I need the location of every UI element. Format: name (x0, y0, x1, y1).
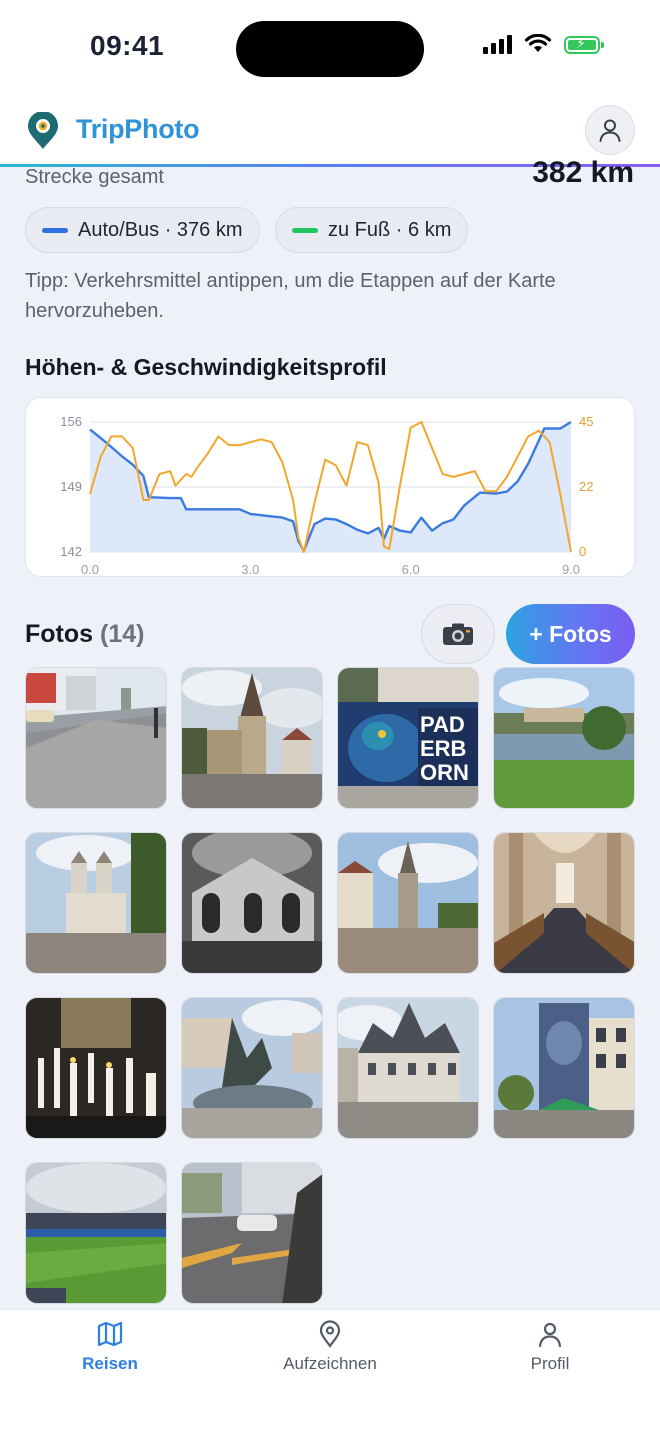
tab-reisen[interactable]: Reisen (0, 1320, 220, 1374)
tab-label: Profil (530, 1354, 570, 1373)
y-left-tick-label: 149 (60, 479, 82, 494)
photo-thumbnail[interactable] (337, 832, 479, 974)
photo-fountain (182, 998, 322, 1138)
x-tick-label: 3.0 (241, 562, 259, 577)
svg-text:ERB: ERB (420, 736, 466, 761)
status-time: 09:41 (90, 30, 165, 61)
profile-chart-card: 156 149 142 45 22 0 0.0 3.0 6.0 9.0 (25, 397, 635, 577)
tab-profil[interactable]: Profil (440, 1320, 660, 1374)
map-icon (97, 1321, 123, 1347)
mode-chip-label: Auto/Bus · 376 km (78, 218, 243, 241)
user-icon (599, 119, 621, 142)
account-button[interactable] (585, 105, 635, 155)
status-bar: 09:41 ⚡ (0, 0, 660, 100)
photo-pond-park (494, 668, 634, 808)
photo-stadium (26, 1163, 166, 1303)
dynamic-island (236, 21, 424, 77)
photo-thumbnail[interactable] (493, 997, 635, 1139)
mode-chip-walk[interactable]: zu Fuß · 6 km (275, 207, 469, 253)
tab-aufzeichnen[interactable]: Aufzeichnen (220, 1320, 440, 1374)
status-icons: ⚡ (483, 34, 604, 54)
distance-value: 382 km (532, 156, 634, 189)
profile-chart: 156 149 142 45 22 0 0.0 3.0 6.0 9.0 (60, 414, 593, 577)
photo-town-square (338, 833, 478, 973)
app-name: TripPhoto (76, 114, 200, 144)
mode-chip-label: zu Fuß · 6 km (328, 218, 452, 241)
photo-building-mural (494, 998, 634, 1138)
y-right-tick-label: 22 (579, 479, 593, 494)
photo-thumbnail[interactable] (493, 667, 635, 809)
photo-street-taxi (26, 668, 166, 808)
y-right-tick-label: 0 (579, 544, 586, 559)
photo-mural-bird: PAD ERB ORN (338, 668, 478, 808)
app-header: TripPhoto (0, 100, 660, 164)
photo-thumbnail[interactable] (181, 997, 323, 1139)
photo-thumbnail[interactable] (25, 832, 167, 974)
photo-church-tower (182, 668, 322, 808)
x-tick-label: 0.0 (81, 562, 99, 577)
photo-thumbnail[interactable] (181, 832, 323, 974)
photo-bw-chapel (182, 833, 322, 973)
photo-town-hall (338, 998, 478, 1138)
app-logo-pin-icon (28, 112, 58, 149)
photos-title: Fotos (14) (25, 620, 144, 649)
car-bus-line-swatch (42, 227, 68, 233)
walk-line-swatch (292, 227, 318, 233)
photo-thumbnail[interactable] (25, 997, 167, 1139)
location-pin-icon (319, 1320, 341, 1348)
user-icon (538, 1322, 562, 1348)
x-tick-label: 6.0 (402, 562, 420, 577)
y-right-tick-label: 45 (579, 414, 593, 429)
wifi-icon (524, 34, 552, 52)
photo-thumbnail[interactable] (337, 997, 479, 1139)
photo-thumbnail[interactable] (493, 832, 635, 974)
photo-abbey-church (26, 833, 166, 973)
photo-thumbnail[interactable] (25, 1162, 167, 1304)
add-photos-button[interactable]: + Fotos (506, 604, 635, 664)
profile-title: Höhen- & Geschwindigkeitsprofil (25, 354, 387, 380)
photo-thumbnail[interactable] (181, 1162, 323, 1304)
photo-thumbnail[interactable] (25, 667, 167, 809)
camera-icon (443, 623, 473, 645)
tab-label: Reisen (82, 1354, 138, 1373)
x-tick-label: 9.0 (562, 562, 580, 577)
cellular-signal-icon (483, 34, 512, 54)
y-left-tick-label: 156 (60, 414, 82, 429)
tab-label: Aufzeichnen (283, 1354, 377, 1373)
y-left-tick-label: 142 (60, 544, 82, 559)
photos-title-label: Fotos (25, 620, 94, 648)
camera-button[interactable] (421, 604, 495, 664)
photos-count: (14) (100, 620, 145, 648)
distance-label: Strecke gesamt (25, 166, 164, 188)
mode-chip-car-bus[interactable]: Auto/Bus · 376 km (25, 207, 260, 253)
svg-text:ORN: ORN (420, 760, 469, 785)
photo-thumbnail[interactable]: PAD ERB ORN (337, 667, 479, 809)
svg-text:PAD: PAD (420, 712, 465, 737)
battery-charging-icon: ⚡ (564, 35, 604, 54)
photo-candles (26, 998, 166, 1138)
tab-bar: Reisen Aufzeichnen Profil (0, 1309, 660, 1435)
photo-road-car (182, 1163, 322, 1303)
photo-cathedral-nave (494, 833, 634, 973)
photo-thumbnail[interactable] (181, 667, 323, 809)
tip-text: Tipp: Verkehrsmittel antippen, um die Et… (25, 270, 556, 322)
